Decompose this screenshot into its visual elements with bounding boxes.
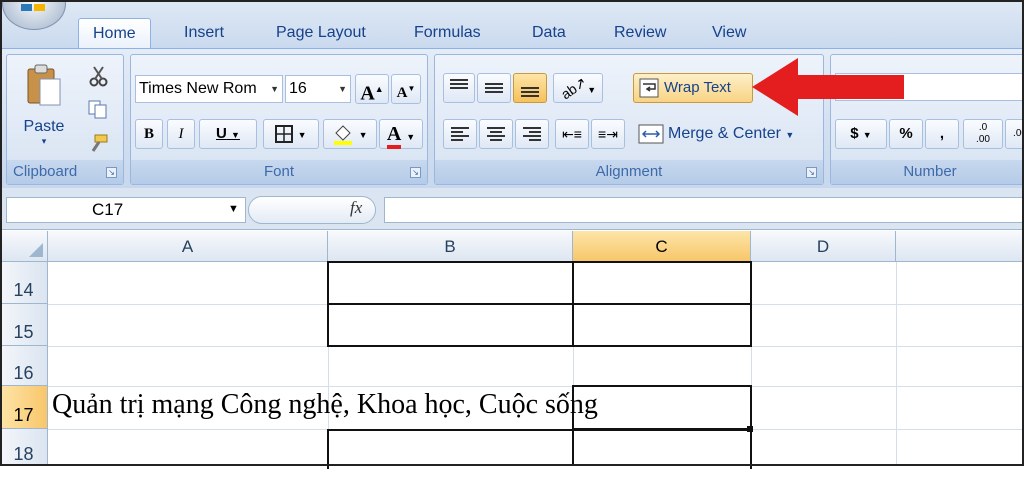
red-arrow-annotation [752, 58, 904, 116]
italic-button[interactable]: I [167, 119, 195, 149]
row-header-16[interactable]: 16 [0, 346, 48, 386]
align-top-icon [450, 77, 468, 91]
select-all-icon [29, 243, 43, 257]
name-box-dropdown-icon[interactable]: ▼ [228, 203, 239, 215]
column-header-e[interactable] [896, 231, 1024, 262]
copy-icon[interactable] [87, 99, 109, 119]
font-launcher-icon[interactable]: ↘ [410, 167, 421, 178]
orientation-button[interactable]: ab↗▼ [553, 73, 603, 103]
decrease-indent-button[interactable]: ⇤≡ [555, 119, 589, 149]
borders-icon [275, 125, 294, 144]
font-color-button[interactable]: A ▼ [379, 119, 423, 149]
underline-button[interactable]: U ▼ [199, 119, 257, 149]
column-header-d[interactable]: D [751, 231, 896, 262]
font-name-combo[interactable]: Times New Rom ▼ [135, 75, 283, 103]
wrap-text-button[interactable]: Wrap Text [633, 73, 753, 103]
row-header-18[interactable]: 18 [0, 429, 48, 466]
top-align-button[interactable] [443, 73, 475, 103]
tab-home[interactable]: Home [78, 18, 151, 50]
alignment-group-label: Alignment [435, 160, 823, 184]
bordered-range-row-18 [327, 429, 752, 469]
align-right-button[interactable] [515, 119, 549, 149]
currency-button[interactable]: $ ▼ [835, 119, 887, 149]
increase-indent-button[interactable]: ≡⇥ [591, 119, 625, 149]
decrease-decimal-button[interactable]: .00 [1005, 119, 1024, 149]
alignment-launcher-icon[interactable]: ↘ [806, 167, 817, 178]
cell-a17-text: Quản trị mạng Công nghệ, Khoa học, Cuộc … [52, 389, 598, 420]
tab-formulas[interactable]: Formulas [400, 18, 495, 48]
column-header-a[interactable]: A [48, 231, 328, 262]
shrink-font-button[interactable]: A▼ [391, 74, 421, 104]
bold-button[interactable]: B [135, 119, 163, 149]
align-left-button[interactable] [443, 119, 477, 149]
paste-label: Paste [23, 118, 65, 135]
borders-button[interactable]: ▼ [263, 119, 319, 149]
align-center-icon [487, 125, 505, 143]
column-header-c[interactable]: C [573, 231, 751, 262]
align-middle-icon [485, 81, 503, 95]
clipboard-launcher-icon[interactable]: ↘ [106, 167, 117, 178]
tab-page-layout[interactable]: Page Layout [262, 18, 380, 48]
fill-bucket-icon [334, 125, 353, 146]
percent-button[interactable]: % [889, 119, 923, 149]
tab-data[interactable]: Data [518, 18, 580, 48]
font-group-label: Font [131, 160, 427, 184]
row-header-17[interactable]: 17 [0, 386, 48, 429]
formula-input[interactable] [384, 197, 1024, 223]
formula-bar: C17 ▼ fx [0, 188, 1024, 230]
office-logo-icon [21, 0, 47, 11]
paste-button[interactable]: Paste ▾ [15, 61, 73, 151]
tab-insert[interactable]: Insert [170, 18, 238, 48]
row-header-15[interactable]: 15 [0, 304, 48, 346]
orientation-icon: ab↗ [557, 73, 590, 103]
insert-function-icon[interactable]: fx [350, 198, 362, 218]
border-divider-b-c-row-18 [572, 429, 574, 466]
font-size-combo[interactable]: 16 ▼ [285, 75, 351, 103]
column-header-b[interactable]: B [328, 231, 573, 262]
comma-button[interactable]: , [925, 119, 959, 149]
worksheet-grid: A B C D 14 15 16 17 18 Quản trị mạng Côn… [0, 231, 1024, 469]
increase-decimal-button[interactable]: .0 .00 [963, 119, 1003, 149]
decrease-indent-icon: ⇤≡ [562, 126, 582, 142]
fill-color-button[interactable]: ▼ [323, 119, 377, 149]
align-bottom-icon [521, 85, 539, 99]
grow-font-button[interactable]: A▲ [355, 74, 389, 105]
align-right-icon [523, 125, 541, 143]
bottom-align-button[interactable] [513, 73, 547, 103]
cut-icon[interactable] [89, 65, 109, 87]
border-row14-15-divider [327, 303, 752, 305]
select-all-corner[interactable] [0, 231, 48, 262]
name-box[interactable]: C17 [6, 197, 246, 223]
merge-center-icon [638, 124, 664, 144]
align-center-button[interactable] [479, 119, 513, 149]
chevron-down-icon: ▼ [338, 84, 347, 94]
selected-cell-c17[interactable] [572, 385, 752, 430]
tab-view[interactable]: View [698, 18, 760, 48]
clipboard-group: Paste ▾ Clipboard ↘ [6, 54, 124, 185]
format-painter-icon[interactable] [87, 133, 109, 155]
middle-align-button[interactable] [477, 73, 511, 103]
wrap-text-icon [639, 78, 659, 98]
paste-icon [27, 64, 61, 106]
increase-indent-icon: ≡⇥ [598, 126, 618, 142]
number-group-label: Number [831, 160, 1024, 184]
align-left-icon [451, 125, 469, 143]
tab-review[interactable]: Review [600, 18, 680, 48]
font-group: Times New Rom ▼ 16 ▼ A▲ A▼ B I U ▼ ▼ ▼ A ▼… [130, 54, 428, 185]
chevron-down-icon: ▼ [270, 84, 279, 94]
merge-center-button[interactable]: Merge & Center ▼ [633, 119, 819, 149]
ribbon-tab-bar: Home Insert Page Layout Formulas Data Re… [0, 0, 1024, 50]
row-header-14[interactable]: 14 [0, 262, 48, 304]
office-button[interactable] [2, 0, 66, 30]
